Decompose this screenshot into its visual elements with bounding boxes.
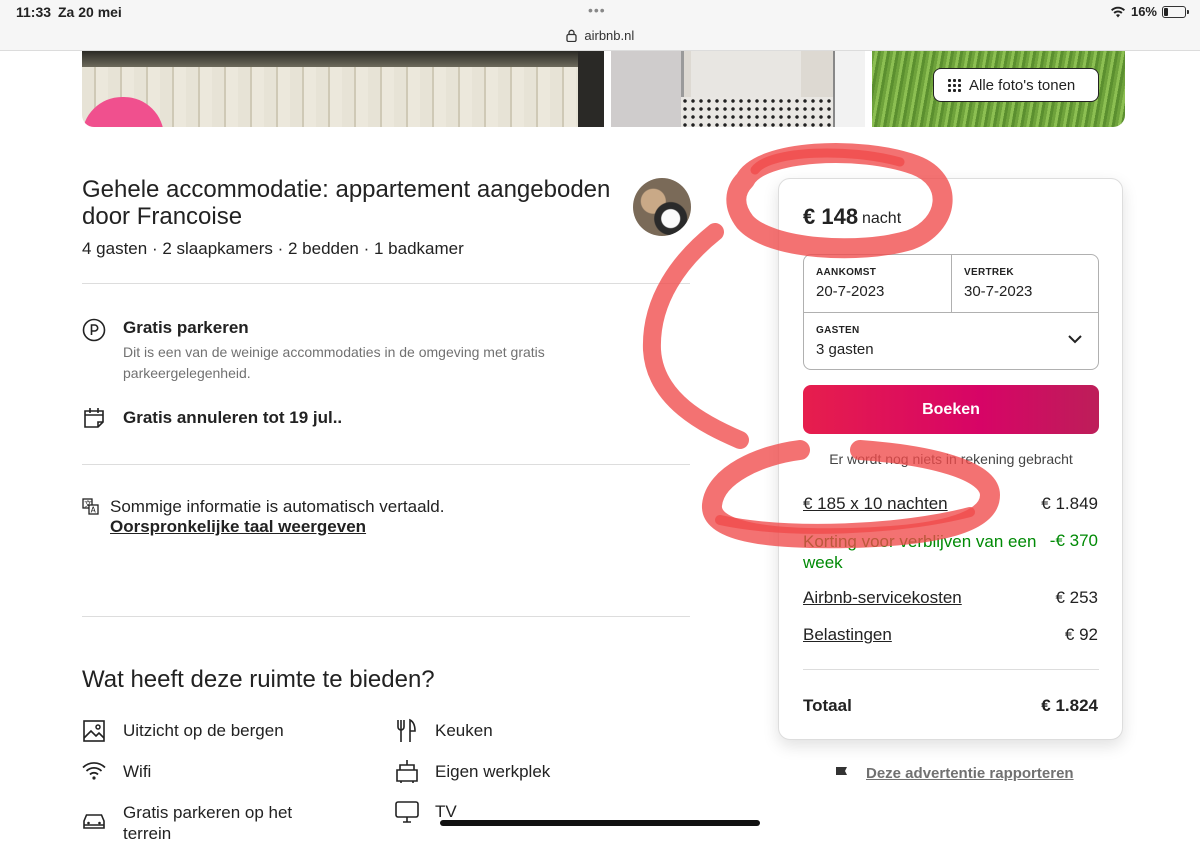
listing-title: Gehele accommodatie: appartement aangebo… <box>82 176 611 230</box>
status-bar: 11:33 Za 20 mei ••• 16% airbnb.nl <box>0 0 1200 51</box>
status-icons: 16% <box>1110 4 1189 19</box>
wifi-status-icon <box>1110 6 1125 17</box>
workspace-icon <box>396 760 418 783</box>
listing-meta: 4 gasten · 2 slaapkamers · 2 bedden · 1 … <box>82 239 464 258</box>
amenities-heading: Wat heeft deze ruimte te bieden? <box>82 666 435 693</box>
tv-icon <box>395 801 419 823</box>
divider <box>82 616 690 617</box>
service-fee-value: € 253 <box>1055 588 1098 607</box>
checkin-label: AANKOMST <box>816 267 877 278</box>
taxes-line[interactable]: Belastingen <box>803 625 892 645</box>
feature-subtitle-parking: Dit is een van de weinige accommodaties … <box>123 344 545 381</box>
date-guest-picker: AANKOMST 20-7-2023 VERTREK 30-7-2023 GAS… <box>803 254 1099 370</box>
amenity-workspace: Eigen werkplek <box>435 762 551 781</box>
book-button[interactable]: Boeken <box>803 385 1099 434</box>
divider <box>82 464 690 465</box>
car-icon <box>83 814 105 829</box>
calendar-icon <box>84 408 104 428</box>
total-value: € 1.824 <box>1041 696 1098 715</box>
battery-percentage: 16% <box>1130 4 1157 19</box>
battery-icon <box>1162 5 1189 18</box>
wifi-icon <box>82 762 106 780</box>
listing-photo-kitchen[interactable] <box>611 51 865 127</box>
report-listing-link[interactable]: Deze advertentie rapporteren <box>866 765 1074 782</box>
divider <box>803 669 1099 670</box>
guests-label: GASTEN <box>816 325 860 336</box>
show-all-photos-button[interactable]: Alle foto's tonen <box>933 68 1099 102</box>
date: Za 20 mei <box>58 4 122 20</box>
listing-photo-1[interactable] <box>82 51 604 127</box>
parking-icon <box>82 318 106 342</box>
amenity-kitchen: Keuken <box>435 721 493 740</box>
feature-title-cancellation: Gratis annuleren tot 19 jul.. <box>123 408 343 427</box>
grid-icon <box>948 78 961 92</box>
lock-icon <box>566 29 577 42</box>
svg-text:A: A <box>91 506 97 515</box>
show-original-language-link[interactable]: Oorspronkelijke taal weergeven <box>110 517 366 537</box>
checkout-value: 30-7-2023 <box>964 283 1033 300</box>
flag-icon <box>836 766 847 782</box>
clock: 11:33 <box>16 4 52 20</box>
kitchen-icon <box>397 718 416 742</box>
checkin-field[interactable]: AANKOMST 20-7-2023 <box>804 255 951 312</box>
multitasking-dots[interactable]: ••• <box>588 2 606 18</box>
no-charge-notice: Er wordt nog niets in rekening gebracht <box>829 451 1073 467</box>
amenity-wifi: Wifi <box>123 762 152 781</box>
nights-price-value: € 1.849 <box>1041 494 1098 513</box>
guests-value: 3 gasten <box>816 341 874 358</box>
nights-price-line[interactable]: € 185 x 10 nachten <box>803 494 948 514</box>
host-avatar[interactable] <box>633 178 691 236</box>
url-text: airbnb.nl <box>584 28 635 43</box>
weekly-discount-line: Korting voor verblijven van een week <box>803 532 1037 572</box>
divider <box>82 283 690 284</box>
translation-notice: Sommige informatie is automatisch vertaa… <box>110 497 445 516</box>
checkin-value: 20-7-2023 <box>816 283 885 300</box>
address-bar[interactable]: airbnb.nl <box>0 28 1200 43</box>
checkout-label: VERTREK <box>964 267 1014 278</box>
translate-icon: 文A <box>82 498 99 515</box>
report-listing: Deze advertentie rapporteren <box>835 765 1074 782</box>
amenity-parking: Gratis parkeren op het terrein <box>123 803 293 843</box>
weekly-discount-value: -€ 370 <box>1049 531 1098 550</box>
show-all-photos-label: Alle foto's tonen <box>969 76 1076 94</box>
per-night-label: nacht <box>862 210 902 227</box>
amenity-mountain-view: Uitzicht op de bergen <box>123 721 284 740</box>
taxes-value: € 92 <box>1064 625 1098 644</box>
home-indicator <box>440 820 760 826</box>
total-label: Totaal <box>803 696 852 715</box>
guests-dropdown[interactable]: GASTEN 3 gasten <box>804 313 1098 369</box>
feature-title-parking: Gratis parkeren <box>123 318 249 337</box>
service-fee-line[interactable]: Airbnb-servicekosten <box>803 588 962 608</box>
amenity-tv: TV <box>435 802 457 821</box>
checkout-field[interactable]: VERTREK 30-7-2023 <box>952 255 1098 312</box>
mountain-view-icon <box>83 720 105 742</box>
nightly-price: € 148 <box>803 204 859 229</box>
chevron-down-icon <box>1068 335 1082 344</box>
